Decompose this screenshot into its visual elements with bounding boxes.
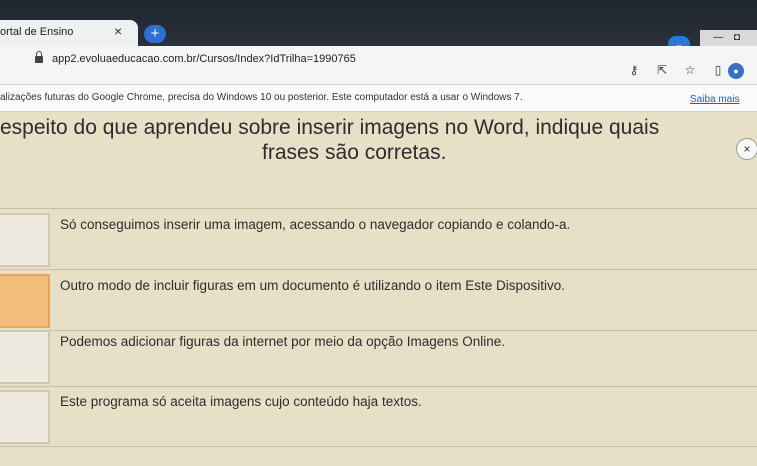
- key-icon[interactable]: ⚷: [620, 63, 648, 77]
- question-header: espeito do que aprendeu sobre inserir im…: [0, 116, 757, 209]
- option-checkbox[interactable]: [0, 330, 50, 384]
- option-text: Outro modo de incluir figuras em um docu…: [60, 278, 565, 293]
- browser-tab[interactable]: ortal de Ensino ×: [0, 20, 138, 46]
- learn-more-link[interactable]: Saiba mais: [690, 94, 739, 105]
- answer-option-4[interactable]: Este programa só aceita imagens cujo con…: [0, 386, 757, 447]
- profile-avatar[interactable]: ●: [728, 63, 744, 79]
- answer-option-2[interactable]: Outro modo de incluir figuras em um docu…: [0, 270, 757, 331]
- lock-icon[interactable]: [35, 51, 43, 63]
- address-bar-icons: ⚷ ⇱ ☆ ▯: [620, 63, 732, 77]
- infobar-message: alizações futuras do Google Chrome, prec…: [0, 92, 523, 103]
- url-text[interactable]: app2.evoluaeducacao.com.br/Cursos/Index?…: [52, 53, 356, 65]
- close-icon[interactable]: ×: [736, 138, 757, 160]
- answer-option-1[interactable]: Só conseguimos inserir uma imagem, acess…: [0, 209, 757, 270]
- option-text: Podemos adicionar figuras da internet po…: [60, 334, 506, 349]
- answer-option-3[interactable]: Podemos adicionar figuras da internet po…: [0, 326, 757, 387]
- new-tab-button[interactable]: +: [144, 25, 166, 43]
- option-checkbox[interactable]: [0, 274, 50, 328]
- window-controls[interactable]: — ◘: [700, 30, 757, 46]
- tab-close-icon[interactable]: ×: [114, 23, 122, 39]
- question-text-line2: frases são corretas.: [262, 141, 447, 164]
- option-text: Só conseguimos inserir uma imagem, acess…: [60, 217, 571, 232]
- option-text: Este programa só aceita imagens cujo con…: [60, 394, 422, 409]
- browser-tab-strip: ortal de Ensino × + ⌄ — ◘: [0, 0, 757, 52]
- star-icon[interactable]: ☆: [676, 63, 704, 77]
- option-checkbox[interactable]: [0, 213, 50, 267]
- question-text-line1: espeito do que aprendeu sobre inserir im…: [0, 116, 660, 139]
- share-icon[interactable]: ⇱: [648, 63, 676, 77]
- tab-title: ortal de Ensino: [0, 26, 74, 38]
- option-checkbox[interactable]: [0, 390, 50, 444]
